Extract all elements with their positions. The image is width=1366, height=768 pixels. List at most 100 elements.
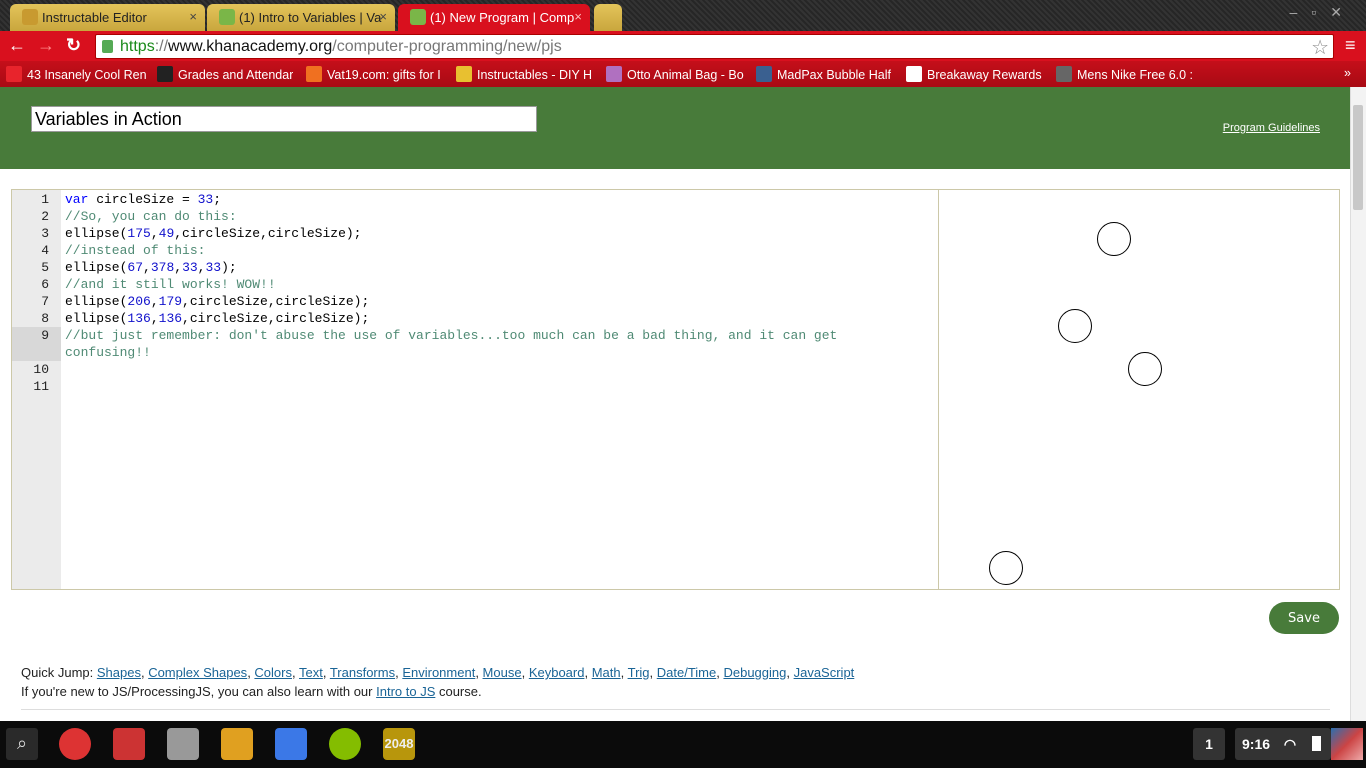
code-line[interactable]: ellipse(206,179,circleSize,circleSize); xyxy=(65,293,885,310)
more-bookmarks-button[interactable]: » xyxy=(1344,66,1351,80)
canvas-ellipse xyxy=(1058,309,1092,343)
url-sep: :// xyxy=(154,38,169,55)
code-token: ; xyxy=(213,192,222,207)
shirt-icon xyxy=(906,66,922,82)
quick-jump-link[interactable]: Transforms xyxy=(330,665,395,680)
2048-app-icon[interactable]: 2048 xyxy=(383,728,415,760)
new-tab-button[interactable] xyxy=(594,4,622,31)
spotify-app-icon[interactable] xyxy=(329,728,361,760)
tab-title: Instructable Editor xyxy=(42,10,147,25)
code-line[interactable]: //instead of this: xyxy=(65,242,885,259)
bookmark-item[interactable]: Grades and Attendar xyxy=(157,66,293,82)
bookmark-item[interactable]: Instructables - DIY H xyxy=(456,66,592,82)
user-avatar[interactable] xyxy=(1331,728,1363,760)
code-token: //instead of this: xyxy=(65,243,206,258)
window-controls[interactable]: –▫✕ xyxy=(1290,4,1356,21)
line-number: 6 xyxy=(41,277,49,292)
program-guidelines-link[interactable]: Program Guidelines xyxy=(1223,122,1320,134)
bookmark-label: Vat19.com: gifts for I xyxy=(327,68,441,82)
code-area[interactable]: var circleSize = 33;//So, you can do thi… xyxy=(65,190,938,395)
code-line[interactable]: //and it still works! WOW!! xyxy=(65,276,885,293)
code-token: ,circleSize,circleSize); xyxy=(182,311,370,326)
close-tab-icon[interactable]: × xyxy=(379,9,387,24)
program-title-input[interactable] xyxy=(31,106,537,132)
close-tab-icon[interactable]: × xyxy=(574,9,582,24)
browser-tab[interactable]: Instructable Editor × xyxy=(10,4,205,31)
url-domain: www.khanacademy.org xyxy=(168,38,333,55)
quick-jump-link[interactable]: Keyboard xyxy=(529,665,585,680)
line-number: 2 xyxy=(41,209,49,224)
quick-jump-link[interactable]: Environment xyxy=(402,665,475,680)
code-token: , xyxy=(150,226,159,241)
bookmark-item[interactable]: MadPax Bubble Half xyxy=(756,66,891,82)
cart-icon xyxy=(606,66,622,82)
code-token: , xyxy=(174,260,183,275)
code-line[interactable]: //but just remember: don't abuse the use… xyxy=(65,327,885,361)
bookmark-item[interactable]: Breakaway Rewards xyxy=(906,66,1042,82)
quick-jump-link[interactable]: Trig xyxy=(628,665,650,680)
bookmark-item[interactable]: Vat19.com: gifts for I xyxy=(306,66,441,82)
web-store-app-icon[interactable] xyxy=(167,728,199,760)
shelf: ⌕ 2048 1 9:16 ◠ xyxy=(0,721,1366,768)
bookmark-item[interactable]: 43 Insanely Cool Ren xyxy=(6,66,147,82)
robot-icon xyxy=(22,9,38,25)
bookmark-star-icon[interactable]: ☆ xyxy=(1311,35,1329,60)
bookmark-item[interactable]: Mens Nike Free 6.0 : xyxy=(1056,66,1193,82)
code-line[interactable] xyxy=(65,361,885,378)
menu-icon[interactable]: ≡ xyxy=(1345,36,1361,54)
code-line[interactable]: var circleSize = 33; xyxy=(65,191,885,208)
tab-title: (1) Intro to Variables | Va xyxy=(239,10,382,25)
close-tab-icon[interactable]: × xyxy=(189,9,197,24)
back-button[interactable]: ← xyxy=(8,35,26,56)
launcher-search-icon[interactable]: ⌕ xyxy=(6,728,38,760)
status-tray[interactable]: 9:16 ◠ xyxy=(1235,728,1331,760)
bookmark-item[interactable]: Otto Animal Bag - Bo xyxy=(606,66,744,82)
code-token: 67 xyxy=(127,260,144,275)
chrome-app-icon[interactable] xyxy=(59,728,91,760)
code-token: ellipse( xyxy=(65,311,128,326)
browser-toolbar: ← → ↻ https://www.khanacademy.org/comput… xyxy=(0,31,1366,61)
quick-jump-link[interactable]: Mouse xyxy=(483,665,522,680)
scrollbar[interactable] xyxy=(1350,87,1366,721)
quick-jump-link[interactable]: Complex Shapes xyxy=(148,665,247,680)
code-token: 136 xyxy=(158,311,183,326)
workspace-indicator[interactable]: 1 xyxy=(1193,728,1225,760)
code-token: circleSize = xyxy=(88,192,198,207)
reload-button[interactable]: ↻ xyxy=(66,35,81,56)
code-line[interactable]: ellipse(175,49,circleSize,circleSize); xyxy=(65,225,885,242)
quick-jump-link[interactable]: Debugging xyxy=(723,665,786,680)
code-token: 378 xyxy=(150,260,175,275)
quick-jump-link[interactable]: JavaScript xyxy=(794,665,855,680)
quick-jump-link[interactable]: Date/Time xyxy=(657,665,716,680)
slides-app-icon[interactable] xyxy=(221,728,253,760)
gmail-app-icon[interactable] xyxy=(113,728,145,760)
code-line[interactable]: //So, you can do this: xyxy=(65,208,885,225)
code-token: ellipse( xyxy=(65,260,128,275)
code-line[interactable] xyxy=(65,378,885,395)
leaf-icon xyxy=(410,9,426,25)
quick-jump-link[interactable]: Shapes xyxy=(97,665,141,680)
code-editor[interactable]: 1 2 3 4 5 6 7 8 9 10 11 var circleSize = 33;//So, … xyxy=(11,189,939,590)
quick-jump-link[interactable]: Colors xyxy=(254,665,292,680)
bookmark-label: Otto Animal Bag - Bo xyxy=(627,68,744,82)
quick-jump-link[interactable]: Math xyxy=(592,665,621,680)
scrollbar-thumb[interactable] xyxy=(1353,105,1363,210)
line-gutter: 1 2 3 4 5 6 7 8 9 10 11 xyxy=(12,190,61,589)
bookmark-label: Instructables - DIY H xyxy=(477,68,593,82)
robot-icon xyxy=(456,66,472,82)
clock: 9:16 xyxy=(1242,736,1271,752)
code-line[interactable]: ellipse(67,378,33,33); xyxy=(65,259,885,276)
code-token: , xyxy=(150,294,159,309)
docs-app-icon[interactable] xyxy=(275,728,307,760)
code-line[interactable]: ellipse(136,136,circleSize,circleSize); xyxy=(65,310,885,327)
save-button[interactable]: Save xyxy=(1269,602,1339,634)
code-token: var xyxy=(65,192,89,207)
intro-to-js-link[interactable]: Intro to JS xyxy=(376,684,435,699)
quick-jump-link[interactable]: Text xyxy=(299,665,323,680)
address-bar[interactable]: https://www.khanacademy.org/computer-pro… xyxy=(95,34,1334,59)
canvas-ellipse xyxy=(1128,352,1162,386)
forward-button[interactable]: → xyxy=(37,35,55,56)
browser-tab[interactable]: (1) New Program | Comp × xyxy=(398,4,590,31)
battery-icon xyxy=(1312,736,1322,751)
browser-tab[interactable]: (1) Intro to Variables | Va × xyxy=(207,4,395,31)
